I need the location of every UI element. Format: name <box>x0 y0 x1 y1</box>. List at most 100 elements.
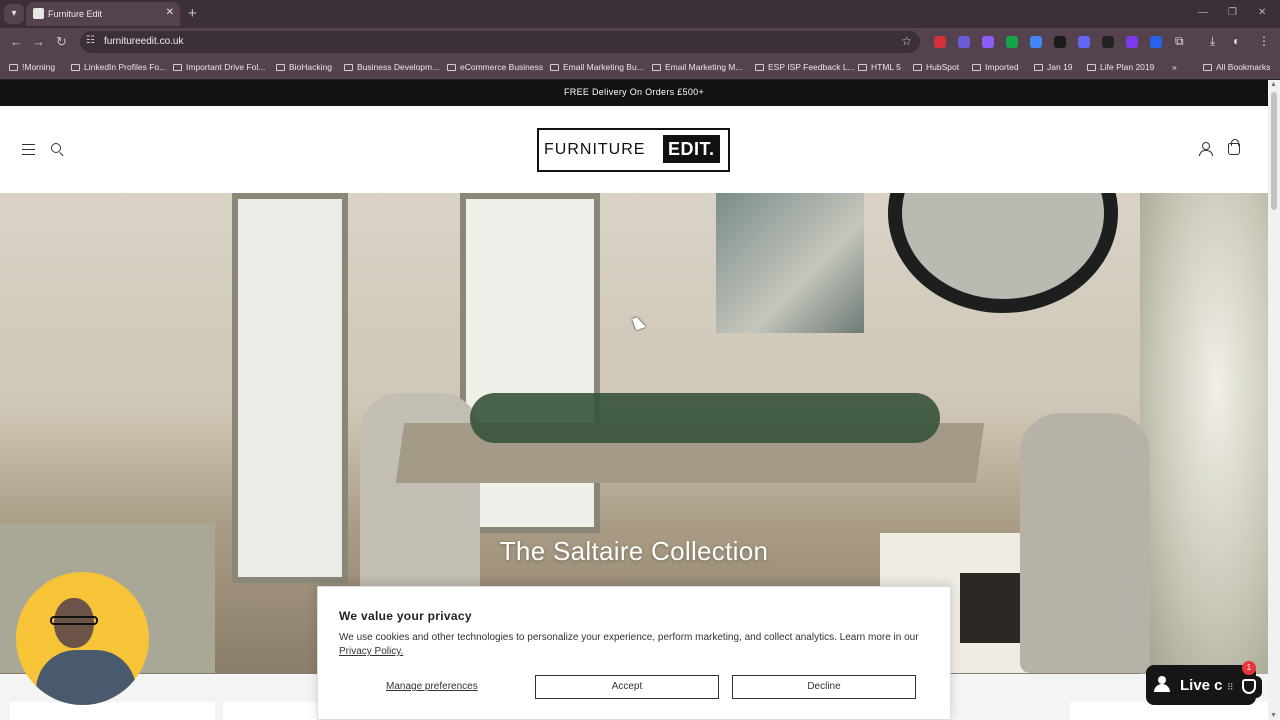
webcam-overlay <box>16 572 149 705</box>
account-icon[interactable] <box>1199 142 1213 156</box>
bookmark-folder[interactable]: Jan 19 <box>1034 62 1073 72</box>
folder-icon <box>71 64 80 71</box>
privacy-policy-link[interactable]: Privacy Policy. <box>339 646 403 657</box>
bookmark-folder[interactable]: Imported <box>972 62 1019 72</box>
cookie-heading: We value your privacy <box>339 609 472 623</box>
extension-icon[interactable] <box>1054 36 1066 48</box>
cart-icon[interactable] <box>1228 139 1240 155</box>
extension-icon[interactable] <box>1006 36 1018 48</box>
site-logo[interactable]: FURNITURE EDIT. <box>537 128 730 172</box>
cookie-body-text: We use cookies and other technologies to… <box>339 632 919 643</box>
minimize-icon[interactable]: — <box>1198 7 1208 18</box>
window-close-icon[interactable]: ✕ <box>1258 7 1266 18</box>
all-bookmarks-folder[interactable]: All Bookmarks <box>1203 62 1270 72</box>
shield-icon[interactable] <box>1242 679 1256 694</box>
live-chat-label: Live c <box>1180 677 1223 694</box>
chat-notification-badge: 1 <box>1242 661 1256 675</box>
scrollbar-thumb[interactable] <box>1271 92 1277 210</box>
folder-icon <box>1203 64 1212 71</box>
hero-image-mirror <box>888 193 1118 313</box>
folder-icon <box>173 64 182 71</box>
decline-button[interactable]: Decline <box>732 675 916 699</box>
logo-word-edit: EDIT. <box>663 135 720 163</box>
bookmark-folder[interactable]: Important Drive Fol... <box>173 62 265 72</box>
extensions-puzzle-icon[interactable]: ⧉ <box>1175 34 1184 49</box>
webcam-person-glasses <box>50 616 98 625</box>
address-url[interactable]: furnitureedit.co.uk <box>104 36 184 47</box>
extension-icon[interactable] <box>1030 36 1042 48</box>
folder-icon <box>858 64 867 71</box>
folder-icon <box>652 64 661 71</box>
bookmark-folder[interactable]: Email Marketing Bu... <box>550 62 644 72</box>
chat-people-icon <box>1154 676 1176 692</box>
folder-icon <box>9 64 18 71</box>
extension-icon[interactable] <box>958 36 970 48</box>
browser-toolbar: ← → ↻ ☷ furnitureedit.co.uk ☆ ⧉ ⤓ ◐ ⋮ <box>0 28 1280 56</box>
profile-avatar-icon[interactable]: ◐ <box>1233 34 1240 48</box>
folder-icon <box>344 64 353 71</box>
forward-arrow-icon[interactable]: → <box>32 34 45 49</box>
folder-icon <box>276 64 285 71</box>
hamburger-menu-icon[interactable] <box>22 144 35 155</box>
reload-icon[interactable]: ↻ <box>56 34 67 50</box>
folder-icon <box>755 64 764 71</box>
bookmark-folder[interactable]: Email Marketing M... <box>652 62 742 72</box>
extension-icon[interactable] <box>1150 36 1162 48</box>
tab-title: Furniture Edit <box>48 9 103 19</box>
extension-icon[interactable] <box>934 36 946 48</box>
hero-image-window <box>232 193 348 583</box>
bookmark-folder[interactable]: HTML 5 <box>858 62 901 72</box>
cookie-body: We use cookies and other technologies to… <box>339 631 919 659</box>
manage-preferences-link[interactable]: Manage preferences <box>386 681 478 692</box>
bookmark-folder[interactable]: !Morning <box>9 62 55 72</box>
site-info-icon[interactable]: ☷ <box>86 35 95 46</box>
webcam-person-body <box>36 650 136 705</box>
bookmarks-bar: !Morning LinkedIn Profiles Fo... Importa… <box>0 56 1280 80</box>
scroll-down-icon[interactable]: ▼ <box>1270 712 1277 719</box>
tab-search-icon[interactable]: ▾ <box>4 4 24 24</box>
download-icon[interactable]: ⤓ <box>1210 34 1215 49</box>
bookmark-folder[interactable]: Business Developm... <box>344 62 439 72</box>
bookmark-folder[interactable]: BioHacking <box>276 62 332 72</box>
cookie-consent-banner: We value your privacy We use cookies and… <box>317 586 951 720</box>
folder-icon <box>447 64 456 71</box>
bookmark-folder[interactable]: Life Plan 2019 <box>1087 62 1154 72</box>
site-header: FURNITURE EDIT. <box>0 106 1268 193</box>
extension-icon[interactable] <box>1102 36 1114 48</box>
logo-word-furniture: FURNITURE <box>544 141 646 158</box>
tab-favicon-icon <box>33 8 44 19</box>
tab-close-icon[interactable]: ✕ <box>166 7 174 18</box>
bookmark-folder[interactable]: HubSpot <box>913 62 959 72</box>
hero-title: The Saltaire Collection <box>499 536 769 566</box>
address-bar[interactable]: ☷ furnitureedit.co.uk ☆ <box>80 31 920 53</box>
bookmarks-overflow-icon[interactable]: » <box>1172 62 1177 72</box>
accept-button[interactable]: Accept <box>535 675 719 699</box>
back-arrow-icon[interactable]: ← <box>10 34 23 49</box>
browser-tab-active[interactable]: Furniture Edit ✕ <box>26 2 180 26</box>
folder-icon <box>913 64 922 71</box>
folder-icon <box>1087 64 1096 71</box>
bookmark-star-icon[interactable]: ☆ <box>901 34 912 48</box>
hero-image-christmas-tree <box>1140 193 1268 674</box>
hero-image-garland <box>470 393 940 443</box>
bookmark-folder[interactable]: LinkedIn Profiles Fo... <box>71 62 166 72</box>
extension-icon[interactable] <box>982 36 994 48</box>
bookmark-folder[interactable]: ESP ISP Feedback L... <box>755 62 855 72</box>
folder-icon <box>1034 64 1043 71</box>
restore-icon[interactable]: ❐ <box>1228 7 1237 18</box>
browser-menu-icon[interactable]: ⋮ <box>1258 34 1270 48</box>
announcement-bar: FREE Delivery On Orders £500+ <box>0 80 1268 106</box>
extension-overlay[interactable]: ⠿ <box>1222 676 1262 698</box>
folder-icon <box>550 64 559 71</box>
bookmark-folder[interactable]: eCommerce Business <box>447 62 543 72</box>
browser-tab-strip: ▾ Furniture Edit ✕ + — ❐ ✕ <box>0 0 1280 28</box>
extension-icon[interactable] <box>1078 36 1090 48</box>
page-scrollbar[interactable]: ▲ ▼ <box>1268 80 1280 720</box>
hero-image-painting <box>716 193 864 333</box>
extension-icon[interactable] <box>1126 36 1138 48</box>
new-tab-icon[interactable]: + <box>188 5 197 22</box>
folder-icon <box>972 64 981 71</box>
drag-grid-icon[interactable]: ⠿ <box>1227 682 1234 693</box>
search-icon[interactable] <box>51 143 61 153</box>
scroll-up-icon[interactable]: ▲ <box>1270 81 1277 88</box>
